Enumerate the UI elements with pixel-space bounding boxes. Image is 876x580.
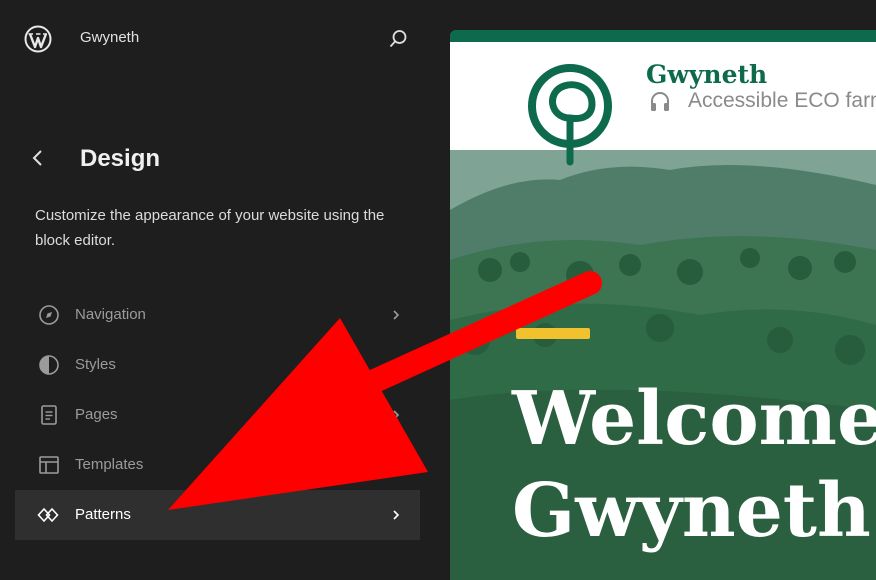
- sidebar-item-label: Patterns: [75, 506, 131, 523]
- search-icon[interactable]: [386, 27, 410, 51]
- hero-heading-line: Welcome: [512, 376, 876, 462]
- half-circle-icon: [39, 355, 59, 375]
- compass-icon: [39, 305, 59, 325]
- sidebar-item-patterns[interactable]: Patterns: [15, 490, 420, 540]
- chevron-right-icon: [393, 310, 400, 320]
- chevron-right-icon: [393, 510, 400, 520]
- panel-description: Customize the appearance of your website…: [35, 207, 385, 249]
- sidebar-item-pages[interactable]: Pages: [15, 390, 420, 440]
- panel-title: Design: [80, 145, 161, 172]
- layout-icon: [39, 456, 59, 474]
- sidebar-item-styles[interactable]: Styles: [15, 340, 420, 390]
- sidebar-item-navigation[interactable]: Navigation: [15, 290, 420, 340]
- sidebar-item-label: Navigation: [75, 306, 146, 323]
- hero-heading-line: Gwyneth: [512, 468, 871, 554]
- back-chevron-icon[interactable]: [26, 146, 50, 170]
- hero-heading: Welcome Gwyneth: [512, 375, 876, 559]
- sidebar-item-label: Styles: [75, 356, 116, 373]
- accent-bar: [516, 328, 590, 339]
- preview-site-title[interactable]: Gwyneth: [646, 60, 767, 89]
- page-icon: [41, 405, 57, 425]
- site-preview[interactable]: Gwyneth Accessible ECO farm Welcome Gwyn…: [450, 30, 876, 580]
- headphones-icon: [651, 92, 669, 111]
- preview-tagline: Accessible ECO farm: [688, 89, 876, 112]
- site-name[interactable]: Gwyneth: [80, 29, 139, 46]
- tree-logo-icon: [528, 64, 612, 166]
- diamond-pattern-icon: [37, 507, 59, 523]
- wordpress-logo-icon[interactable]: [24, 25, 52, 53]
- sidebar-item-label: Templates: [75, 456, 144, 473]
- sidebar-item-label: Pages: [75, 406, 118, 423]
- preview-top-strip: [450, 30, 876, 42]
- chevron-right-icon: [393, 360, 400, 370]
- chevron-right-icon: [393, 410, 400, 420]
- sidebar-item-templates[interactable]: Templates: [15, 440, 420, 490]
